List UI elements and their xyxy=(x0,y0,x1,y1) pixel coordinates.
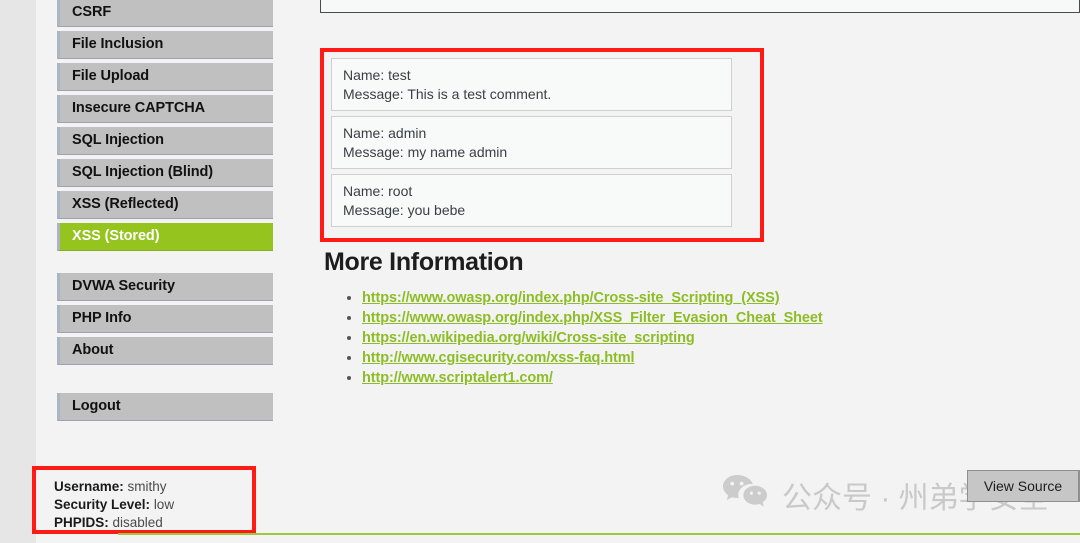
guestbook-entry: Name: admin Message: my name admin xyxy=(331,116,732,169)
more-info-link-cgisecurity-faq[interactable]: http://www.cgisecurity.com/xss-faq.html xyxy=(362,350,635,366)
status-security-level-row: Security Level: low xyxy=(54,496,252,514)
left-gutter xyxy=(0,0,36,543)
sidebar: CSRF File Inclusion File Upload Insecure… xyxy=(36,0,282,543)
status-username-label: Username: xyxy=(54,479,124,494)
status-username-row: Username: smithy xyxy=(54,478,252,496)
guestbook-entry: Name: root Message: you bebe xyxy=(331,174,732,227)
status-phpids-row: PHPIDS: disabled xyxy=(54,514,252,532)
sidebar-item-about[interactable]: About xyxy=(57,337,273,365)
sidebar-item-insecure-captcha[interactable]: Insecure CAPTCHA xyxy=(57,95,273,123)
wechat-icon xyxy=(722,474,768,516)
more-info-link-owasp-xss[interactable]: https://www.owasp.org/index.php/Cross-si… xyxy=(362,290,780,306)
status-security-level-label: Security Level: xyxy=(54,497,151,512)
footer-divider xyxy=(118,533,1080,535)
sidebar-item-php-info[interactable]: PHP Info xyxy=(57,305,273,333)
dvwa-page: CSRF File Inclusion File Upload Insecure… xyxy=(0,0,1080,543)
sidebar-item-sql-injection[interactable]: SQL Injection xyxy=(57,127,273,155)
sidebar-item-xss-reflected[interactable]: XSS (Reflected) xyxy=(57,191,273,219)
sidebar-item-file-inclusion[interactable]: File Inclusion xyxy=(57,31,273,59)
guestbook-entry-name: Name: admin xyxy=(343,125,427,141)
guestbook-entry-name: Name: root xyxy=(343,183,413,199)
status-security-level-value: low xyxy=(153,497,175,512)
sidebar-divider-2 xyxy=(57,369,273,393)
view-source-button[interactable]: View Source xyxy=(967,470,1080,502)
more-information-links: https://www.owasp.org/index.php/Cross-si… xyxy=(340,288,823,388)
guestbook-entries-highlight: Name: test Message: This is a test comme… xyxy=(320,48,764,242)
more-info-link-scriptalert1[interactable]: http://www.scriptalert1.com/ xyxy=(362,370,553,386)
guestbook-form-box[interactable] xyxy=(320,0,1080,13)
status-info-box: Username: smithy Security Level: low PHP… xyxy=(32,466,256,534)
sidebar-item-sql-injection-blind[interactable]: SQL Injection (Blind) xyxy=(57,159,273,187)
more-info-link-owasp-filter-evasion[interactable]: https://www.owasp.org/index.php/XSS_Filt… xyxy=(362,310,823,326)
sidebar-divider-1 xyxy=(57,255,273,273)
guestbook-entry-message: Message: you bebe xyxy=(343,202,466,218)
sidebar-nav: CSRF File Inclusion File Upload Insecure… xyxy=(57,0,273,425)
status-username-value: smithy xyxy=(127,479,167,494)
more-info-link-wikipedia-xss[interactable]: https://en.wikipedia.org/wiki/Cross-site… xyxy=(362,330,695,346)
status-phpids-label: PHPIDS: xyxy=(54,515,109,530)
list-item: http://www.scriptalert1.com/ xyxy=(362,368,823,388)
status-phpids-value: disabled xyxy=(112,515,163,530)
list-item: https://www.owasp.org/index.php/Cross-si… xyxy=(362,288,823,308)
guestbook-entry-message: Message: my name admin xyxy=(343,144,508,160)
sidebar-item-csrf[interactable]: CSRF xyxy=(57,0,273,27)
more-information-heading: More Information xyxy=(324,248,524,276)
guestbook-entry-name: Name: test xyxy=(343,67,411,83)
sidebar-item-xss-stored[interactable]: XSS (Stored) xyxy=(57,223,273,251)
list-item: http://www.cgisecurity.com/xss-faq.html xyxy=(362,348,823,368)
guestbook-entry-message: Message: This is a test comment. xyxy=(343,86,552,102)
sidebar-item-logout[interactable]: Logout xyxy=(57,393,273,421)
main-content: Name: test Message: This is a test comme… xyxy=(282,0,1080,543)
list-item: https://en.wikipedia.org/wiki/Cross-site… xyxy=(362,328,823,348)
guestbook-entry: Name: test Message: This is a test comme… xyxy=(331,58,732,111)
sidebar-item-dvwa-security[interactable]: DVWA Security xyxy=(57,273,273,301)
list-item: https://www.owasp.org/index.php/XSS_Filt… xyxy=(362,308,823,328)
sidebar-item-file-upload[interactable]: File Upload xyxy=(57,63,273,91)
